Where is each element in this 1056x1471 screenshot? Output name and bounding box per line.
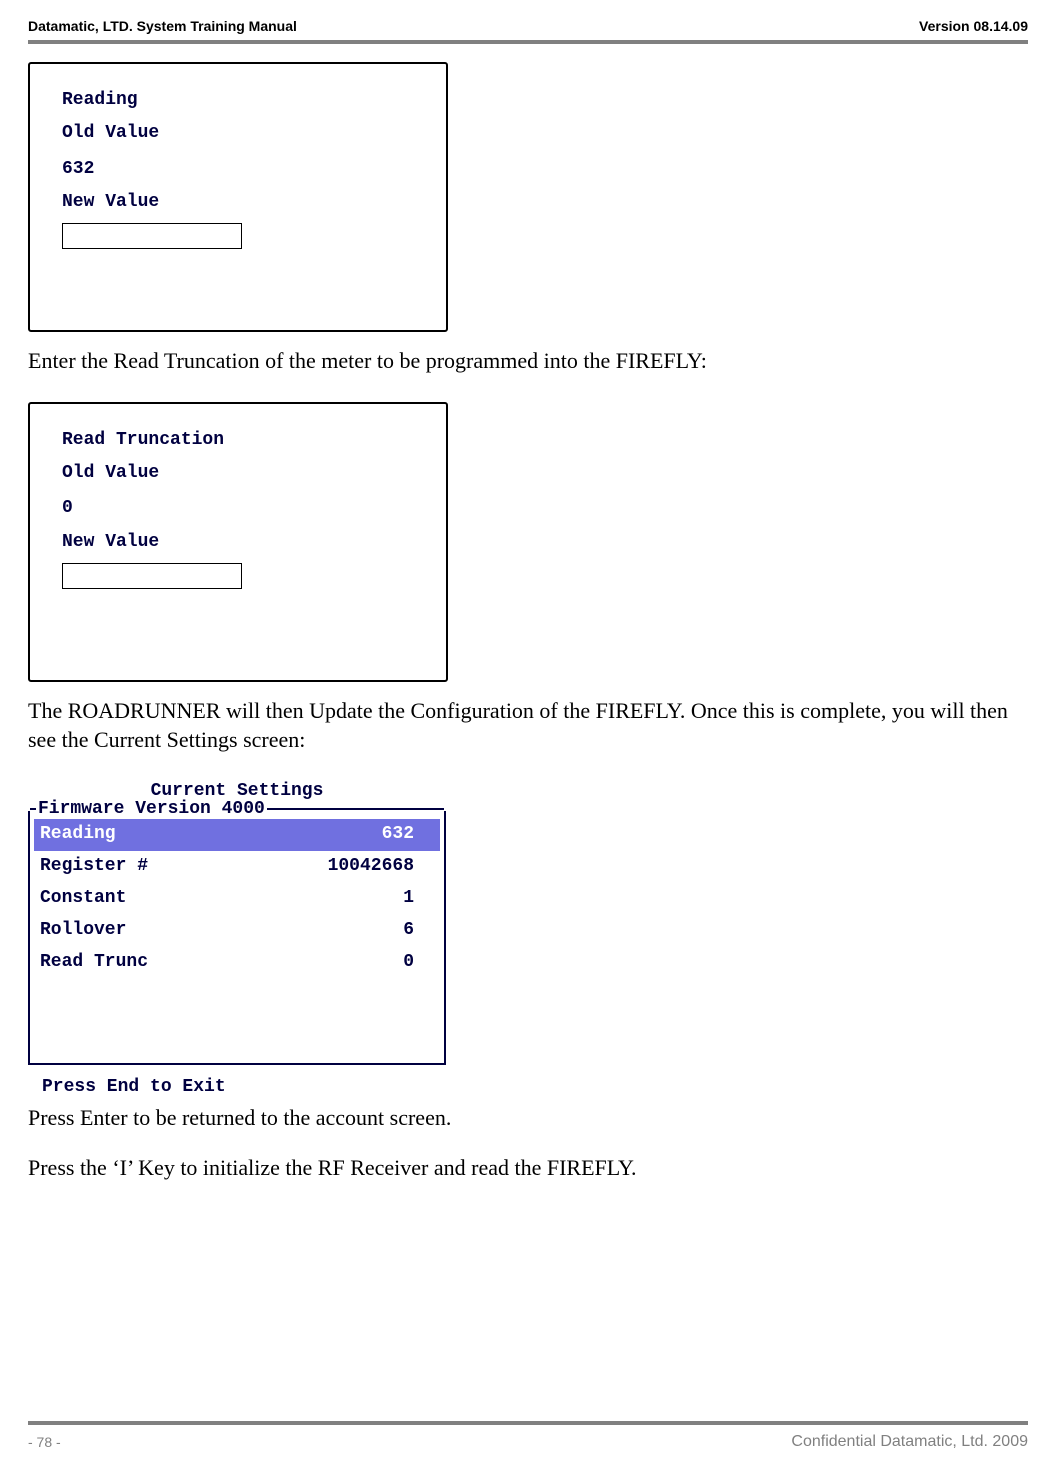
settings-row-rollover[interactable]: Rollover 6: [40, 915, 434, 947]
firmware-legend-text: Firmware Version 4000: [36, 799, 267, 819]
label-old-value: Old Value: [62, 457, 414, 490]
paragraph-roadrunner: The ROADRUNNER will then Update the Conf…: [28, 696, 1028, 755]
screenshot-content: Read Truncation Old Value 0 New Value: [62, 424, 414, 593]
settings-row-register[interactable]: Register # 10042668: [40, 851, 434, 883]
screenshot-content: Reading Old Value 632 New Value: [62, 84, 414, 253]
settings-row-reading[interactable]: Reading 632: [34, 819, 440, 851]
press-end-to-exit: Press End to Exit: [42, 1077, 446, 1097]
new-value-input[interactable]: [62, 563, 242, 589]
current-settings-title: Current Settings: [28, 781, 446, 801]
footer-divider: [28, 1421, 1028, 1425]
paragraph-press-i: Press the ‘I’ Key to initialize the RF R…: [28, 1153, 1028, 1183]
paragraph-press-enter: Press Enter to be returned to the accoun…: [28, 1103, 1028, 1133]
current-settings-box: Firmware Version 4000 Reading 632 Regist…: [28, 811, 446, 1065]
label-old-value: Old Value: [62, 117, 414, 150]
old-value-number: 0: [62, 492, 414, 525]
header-right: Version 08.14.09: [919, 18, 1028, 34]
settings-row-constant[interactable]: Constant 1: [40, 883, 434, 915]
header-divider: [28, 40, 1028, 44]
settings-label: Constant: [40, 885, 126, 913]
page-number: - 78 -: [28, 1434, 61, 1450]
old-value-number: 632: [62, 153, 414, 186]
settings-label: Read Trunc: [40, 949, 148, 977]
screenshot-reading: Reading Old Value 632 New Value: [28, 62, 448, 332]
settings-value: 632: [382, 821, 414, 849]
settings-row-read-trunc[interactable]: Read Trunc 0: [40, 947, 434, 979]
screenshot-current-settings: Current Settings Firmware Version 4000 R…: [28, 781, 446, 1097]
page-footer: - 78 - Confidential Datamatic, Ltd. 2009: [28, 1433, 1028, 1451]
footer-confidential: Confidential Datamatic, Ltd. 2009: [791, 1433, 1028, 1451]
settings-value: 10042668: [328, 853, 414, 881]
page-header: Datamatic, LTD. System Training Manual V…: [28, 18, 1028, 34]
settings-value: 0: [403, 949, 414, 977]
settings-label: Rollover: [40, 917, 126, 945]
label-new-value: New Value: [62, 186, 414, 219]
header-left: Datamatic, LTD. System Training Manual: [28, 18, 297, 34]
label-read-truncation: Read Truncation: [62, 424, 414, 457]
paragraph-truncation: Enter the Read Truncation of the meter t…: [28, 346, 1028, 376]
screenshot-read-truncation: Read Truncation Old Value 0 New Value: [28, 402, 448, 682]
new-value-input[interactable]: [62, 223, 242, 249]
settings-label: Reading: [40, 821, 116, 849]
settings-label: Register #: [40, 853, 148, 881]
settings-value: 1: [403, 885, 414, 913]
settings-value: 6: [403, 917, 414, 945]
firmware-legend: Firmware Version 4000: [30, 799, 444, 819]
label-reading: Reading: [62, 84, 414, 117]
label-new-value: New Value: [62, 526, 414, 559]
